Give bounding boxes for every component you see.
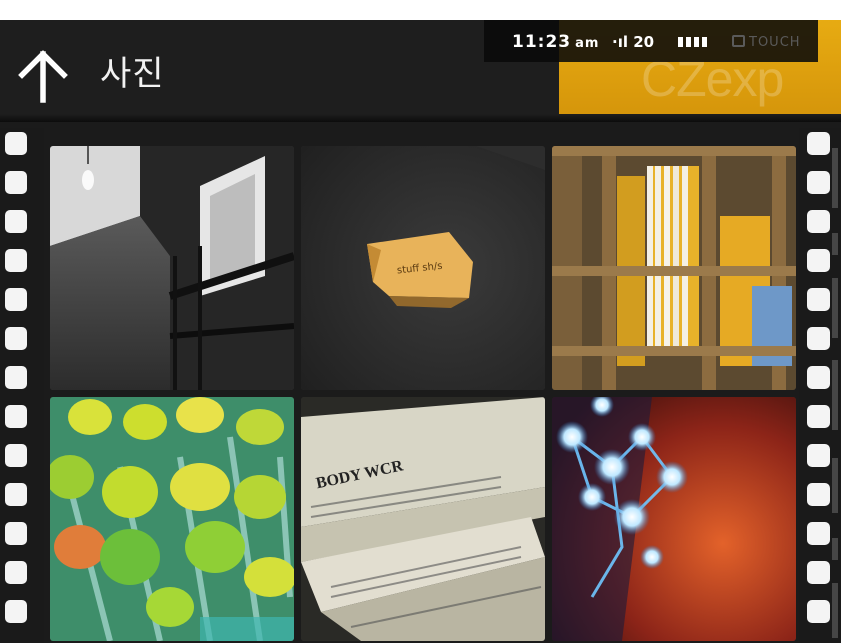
sprocket-hole: [807, 483, 830, 506]
sprocket-hole: [5, 522, 27, 545]
sprocket-hole: [5, 171, 27, 194]
green-pins-image: [50, 397, 294, 641]
photo-hallway[interactable]: [50, 146, 294, 390]
hallway-image: [50, 146, 294, 390]
header-divider: [0, 114, 841, 122]
film-strip-left: [0, 128, 44, 643]
newspapers-image: BODY WCR: [301, 397, 545, 641]
sprocket-hole: [807, 405, 830, 428]
film-strip-right: [799, 128, 841, 643]
sprocket-hole: [807, 249, 830, 272]
sprocket-hole: [807, 561, 830, 584]
photo-bookshelf[interactable]: [552, 146, 796, 390]
sprocket-hole: [5, 483, 27, 506]
sprocket-hole: [807, 132, 830, 155]
photo-green-pins[interactable]: [50, 397, 294, 641]
status-time-value: 11:23: [512, 32, 572, 52]
sprocket-hole: [5, 327, 27, 350]
sprocket-hole: [5, 600, 27, 623]
sprocket-hole: [807, 600, 830, 623]
sprocket-hole: [807, 366, 830, 389]
sprocket-hole: [5, 444, 27, 467]
photo-newspapers[interactable]: BODY WCR: [301, 397, 545, 641]
signal-indicator: ·ıl 20: [612, 33, 655, 51]
touch-lock-indicator: TOUCH: [732, 35, 801, 50]
sprocket-hole: [807, 210, 830, 233]
sprocket-hole: [5, 210, 27, 233]
sprocket-hole: [5, 366, 27, 389]
sprocket-hole: [5, 132, 27, 155]
note-image: stuff sh/s: [301, 146, 545, 390]
lock-icon: [732, 35, 745, 47]
status-time-suffix: am: [575, 36, 600, 51]
back-button[interactable]: [14, 48, 72, 106]
status-time: 11:23 am: [512, 32, 599, 52]
sprocket-hole: [5, 249, 27, 272]
gallery-app: CZexp 사진 11:23 am ·ıl 20 TOUCH stuff sh/…: [0, 20, 841, 643]
page-title: 사진: [100, 54, 165, 94]
battery-icon: [678, 37, 710, 47]
arrow-up-icon: [18, 50, 68, 103]
sprocket-hole: [807, 327, 830, 350]
sprocket-hole: [5, 405, 27, 428]
touch-label: TOUCH: [749, 35, 801, 50]
sprocket-hole: [5, 288, 27, 311]
sprocket-hole: [5, 561, 27, 584]
sprocket-hole: [807, 444, 830, 467]
status-bar: 11:23 am ·ıl 20 TOUCH: [484, 20, 818, 62]
film-edge-markings: [832, 128, 841, 643]
photo-lights[interactable]: [552, 397, 796, 641]
photo-note[interactable]: stuff sh/s: [301, 146, 545, 390]
bookshelf-image: [552, 146, 796, 390]
lights-image: [552, 397, 796, 641]
sprocket-hole: [807, 288, 830, 311]
sprocket-hole: [807, 522, 830, 545]
sprocket-hole: [807, 171, 830, 194]
